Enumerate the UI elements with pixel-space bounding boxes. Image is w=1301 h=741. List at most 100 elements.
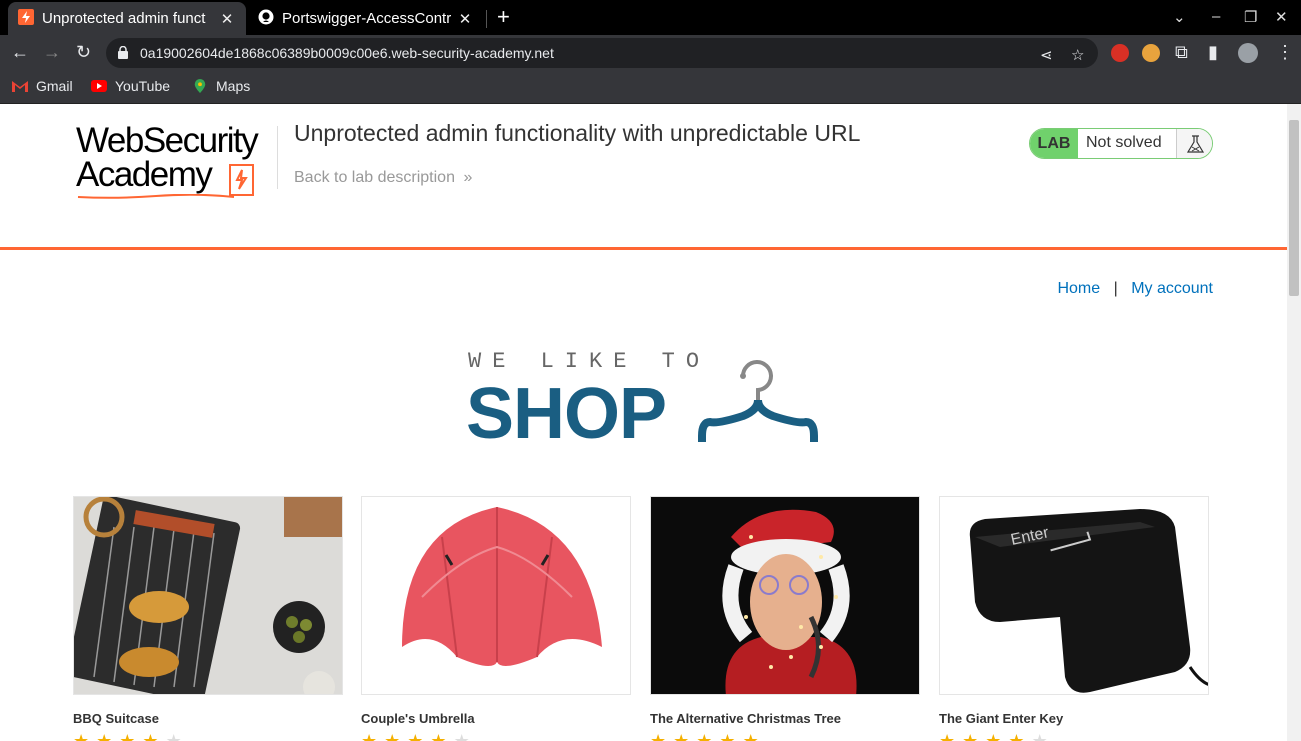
back-arrow-icon[interactable]: ← — [11, 43, 29, 61]
github-icon — [258, 9, 274, 29]
minimize-icon[interactable]: – — [1212, 8, 1220, 25]
bookmark-label: Gmail — [36, 78, 73, 94]
product-image-christmas-tree[interactable] — [650, 496, 920, 695]
back-to-lab-description-link[interactable]: Back to lab description » — [294, 169, 472, 187]
star-icon: ★ — [119, 731, 143, 741]
url-text: 0a19002604de1868c06389b0009c00e6.web-sec… — [140, 45, 554, 61]
logo-line2: Academy — [76, 155, 213, 194]
star-icon: ★ — [407, 731, 431, 741]
product-name: The Giant Enter Key — [939, 711, 1064, 726]
shop-tagline: WE LIKE TO — [468, 349, 711, 374]
logo-underline — [77, 194, 235, 199]
page-scrollbar[interactable] — [1287, 104, 1301, 741]
tab-search-icon[interactable]: ⌄ — [1173, 8, 1186, 26]
burp-lightning-icon — [18, 8, 34, 29]
star-icon: ★ — [453, 731, 477, 741]
youtube-icon — [91, 80, 107, 92]
product-image-giant-enter-key[interactable]: Enter — [939, 496, 1209, 695]
extensions-puzzle-icon[interactable]: ⧉ — [1175, 43, 1188, 61]
bookmark-label: Maps — [216, 78, 251, 94]
star-icon: ★ — [696, 731, 720, 741]
new-tab-button[interactable]: + — [497, 6, 510, 28]
star-icon: ★ — [142, 731, 166, 741]
product-card[interactable]: Couple's Umbrella ★★★★★ — [361, 496, 631, 741]
maps-icon — [194, 79, 206, 93]
address-bar[interactable]: 0a19002604de1868c06389b0009c00e6.web-sec… — [106, 38, 1098, 68]
star-icon: ★ — [962, 731, 986, 741]
shop-banner: WE LIKE TO SHOP — [466, 349, 826, 454]
browser-toolbar: ← → ↻ 0a19002604de1868c06389b0009c00e6.w… — [0, 35, 1301, 71]
status-text: Not solved — [1086, 134, 1162, 151]
rating-stars: ★★★★★ — [361, 731, 631, 741]
forward-arrow-icon[interactable]: → — [43, 43, 61, 61]
star-icon: ★ — [384, 731, 408, 741]
rating-stars: ★★★★★ — [73, 731, 343, 741]
bookmark-gmail[interactable]: Gmail — [12, 78, 73, 94]
shop-title: SHOP — [466, 374, 667, 454]
reload-icon[interactable]: ↻ — [76, 43, 91, 61]
star-icon: ★ — [430, 731, 454, 741]
tab-lab[interactable]: Unprotected admin funct ✕ — [8, 2, 246, 35]
web-security-academy-logo[interactable]: WebSecurity Academy — [76, 121, 276, 199]
flask-icon — [1176, 129, 1212, 158]
rating-stars: ★★★★★ — [650, 731, 920, 741]
bookmark-label: YouTube — [115, 78, 171, 94]
star-icon: ★ — [719, 731, 743, 741]
tab-title: Portswigger-AccessContr — [282, 10, 452, 27]
bookmark-star-icon[interactable]: ☆ — [1071, 46, 1084, 64]
tab-title: Unprotected admin funct — [42, 10, 206, 27]
close-icon[interactable]: ✕ — [456, 10, 474, 28]
product-image-couples-umbrella[interactable] — [361, 496, 631, 695]
product-name: The Alternative Christmas Tree — [650, 711, 841, 726]
profile-avatar[interactable] — [1238, 43, 1258, 63]
close-icon[interactable]: ✕ — [218, 10, 236, 28]
my-account-link[interactable]: My account — [1131, 280, 1213, 297]
star-icon: ★ — [165, 731, 189, 741]
tab-github[interactable]: Portswigger-AccessContr ✕ — [248, 2, 484, 35]
star-icon: ★ — [985, 731, 1009, 741]
star-icon: ★ — [673, 731, 697, 741]
header-divider — [277, 126, 278, 189]
product-card[interactable]: The Alternative Christmas Tree ★★★★★ — [650, 496, 920, 741]
double-chevron-right-icon: » — [463, 169, 473, 186]
logo-line1: WebSecurity — [76, 121, 259, 160]
star-icon: ★ — [96, 731, 120, 741]
menu-kebab-icon[interactable]: ⋮ — [1276, 43, 1294, 61]
star-icon: ★ — [1031, 731, 1055, 741]
tab-divider — [486, 10, 487, 28]
tab-bar: Unprotected admin funct ✕ Portswigger-Ac… — [0, 0, 1301, 35]
bookmarks-bar: Gmail YouTube Maps — [0, 71, 1301, 104]
star-icon: ★ — [742, 731, 766, 741]
star-icon: ★ — [361, 731, 385, 741]
top-navigation: Home | My account — [1057, 280, 1213, 298]
star-icon: ★ — [73, 731, 97, 741]
lab-header: WebSecurity Academy Unprotected admin fu… — [0, 104, 1287, 250]
product-card[interactable]: BBQ Suitcase ★★★★★ — [73, 496, 343, 741]
share-icon[interactable]: ⋖ — [1040, 46, 1053, 64]
lab-badge: LAB — [1030, 129, 1078, 158]
side-panel-icon[interactable]: ▮ — [1208, 43, 1218, 61]
bookmark-youtube[interactable]: YouTube — [91, 78, 170, 94]
extension-cookie-icon[interactable] — [1142, 44, 1160, 62]
lock-icon — [118, 46, 128, 59]
extension-stop-icon[interactable] — [1111, 44, 1129, 62]
close-window-icon[interactable]: ✕ — [1275, 8, 1288, 26]
hanger-icon — [698, 360, 818, 442]
nav-separator: | — [1113, 280, 1118, 297]
lab-status-widget: LAB Not solved — [1029, 128, 1213, 159]
gmail-icon — [12, 81, 28, 92]
logo-lightning-icon — [229, 164, 254, 196]
product-card[interactable]: Enter The Giant Enter Key ★★★★★ — [939, 496, 1209, 741]
rating-stars: ★★★★★ — [939, 731, 1209, 741]
product-image-bbq-suitcase[interactable] — [73, 496, 343, 695]
star-icon: ★ — [650, 731, 674, 741]
lab-title: Unprotected admin functionality with unp… — [294, 120, 861, 146]
scrollbar-thumb[interactable] — [1289, 120, 1299, 296]
bookmark-maps[interactable]: Maps — [192, 78, 250, 94]
product-name: Couple's Umbrella — [361, 711, 475, 726]
restore-icon[interactable]: ❐ — [1244, 8, 1257, 26]
page-content: WebSecurity Academy Unprotected admin fu… — [0, 104, 1287, 741]
star-icon: ★ — [939, 731, 963, 741]
home-link[interactable]: Home — [1057, 280, 1100, 297]
product-name: BBQ Suitcase — [73, 711, 159, 726]
